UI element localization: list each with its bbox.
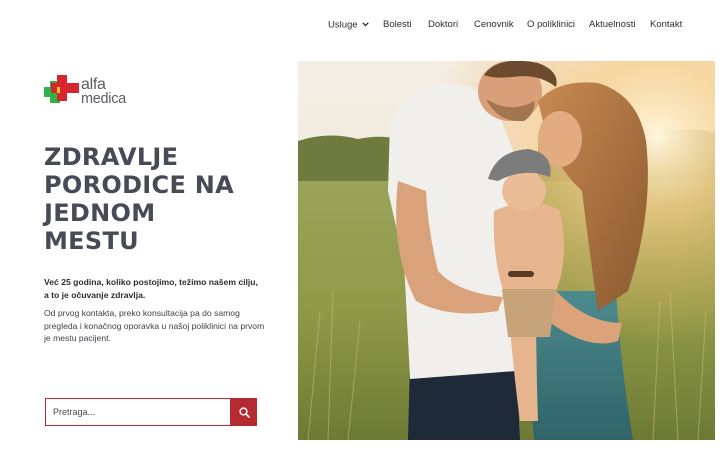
cross-logo-icon bbox=[44, 75, 79, 103]
nav-item-aktuelnosti[interactable]: Aktuelnosti bbox=[589, 19, 635, 31]
logo-line2: medica bbox=[81, 91, 126, 107]
main-navigation: Usluge Bolesti Doktori Cenovnik O polikl… bbox=[0, 0, 720, 52]
search-form bbox=[45, 398, 257, 426]
nav-item-o-poliklinici[interactable]: O poliklinici bbox=[527, 19, 575, 31]
family-photo bbox=[298, 61, 715, 440]
hero-headline: ZDRAVLJE PORODICE NA JEDNOM MESTU bbox=[44, 143, 284, 255]
headline-line: ZDRAVLJE bbox=[44, 143, 179, 171]
logo[interactable]: alfa medica bbox=[44, 74, 126, 114]
logo-wordmark: alfa medica bbox=[81, 77, 126, 107]
headline-line: JEDNOM bbox=[44, 199, 156, 227]
nav-item-usluge[interactable]: Usluge bbox=[328, 19, 369, 32]
search-icon bbox=[238, 406, 250, 418]
headline-line: PORODICE NA bbox=[44, 171, 235, 199]
nav-item-doktori[interactable]: Doktori bbox=[428, 19, 458, 31]
nav-item-label: Usluge bbox=[328, 19, 358, 31]
search-input[interactable] bbox=[45, 398, 231, 426]
headline-line: MESTU bbox=[44, 227, 139, 255]
logo-line1: alfa bbox=[81, 76, 106, 93]
nav-item-kontakt[interactable]: Kontakt bbox=[650, 19, 682, 31]
hero-lead-text: Već 25 godina, koliko postojimo, težimo … bbox=[44, 277, 258, 300]
search-button[interactable] bbox=[231, 398, 257, 426]
chevron-down-icon bbox=[361, 19, 369, 31]
nav-item-cenovnik[interactable]: Cenovnik bbox=[474, 19, 514, 31]
nav-item-bolesti[interactable]: Bolesti bbox=[383, 19, 412, 31]
hero-body-text: Od prvog kontakta, preko konsultacija pa… bbox=[44, 308, 265, 343]
